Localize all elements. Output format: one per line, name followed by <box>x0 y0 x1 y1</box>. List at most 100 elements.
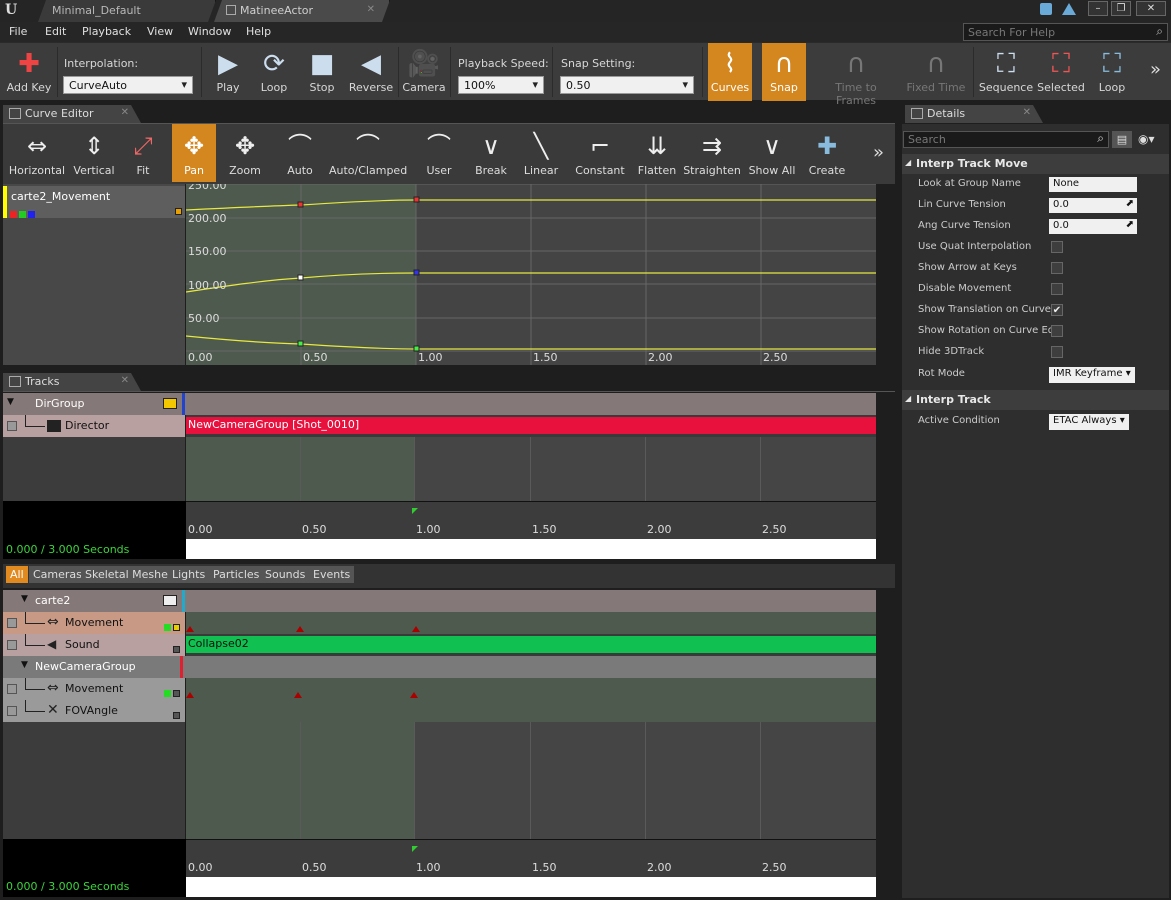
curve-graph[interactable]: 250.00 200.00 150.00 100.00 50.00 0.00 0… <box>186 184 876 365</box>
curve-visibility-toggle[interactable] <box>175 208 182 215</box>
play-button[interactable]: ▶ Play <box>206 43 250 101</box>
linear-button[interactable]: ╲ Linear <box>519 124 563 182</box>
fixed-time-button[interactable]: ∩ Fixed Time <box>905 43 967 101</box>
curve-toggle[interactable] <box>164 690 171 697</box>
collapse-arrow-icon[interactable]: ▼ <box>21 660 28 670</box>
track-checkbox[interactable] <box>7 640 17 650</box>
director-timeline-area[interactable] <box>186 437 876 501</box>
hide-3dtrack-checkbox[interactable] <box>1051 346 1063 358</box>
chevron-right-icon[interactable]: » <box>1150 59 1161 80</box>
menu-window[interactable]: Window <box>188 25 231 38</box>
camera-movement-keys-track[interactable] <box>186 678 876 700</box>
sound-track-row[interactable]: ◀ Sound <box>3 634 185 656</box>
help-search-input[interactable]: Search For Help ⌕ <box>963 23 1168 41</box>
menu-view[interactable]: View <box>147 25 173 38</box>
auto-clamped-button[interactable]: ⌒ Auto/Clamped <box>329 124 407 182</box>
details-search-input[interactable]: Search ⌕ <box>903 131 1109 148</box>
filter-skeletal-meshes[interactable]: Skeletal Meshes <box>81 566 178 583</box>
track-checkbox[interactable] <box>7 421 17 431</box>
folder-icon[interactable] <box>163 595 177 606</box>
menu-edit[interactable]: Edit <box>45 25 66 38</box>
maximize-button[interactable]: ❐ <box>1111 1 1131 16</box>
snap-toggle[interactable]: ∩ Snap <box>762 43 806 101</box>
loop-range-button[interactable]: ⛶ Loop <box>1090 43 1134 101</box>
movement-track-row[interactable]: ⇔ Movement <box>3 612 185 634</box>
keyframe-marker[interactable] <box>412 626 420 632</box>
loop-button[interactable]: ⟳ Loop <box>252 43 296 101</box>
flatten-button[interactable]: ⇊ Flatten <box>635 124 679 182</box>
track-checkbox[interactable] <box>7 618 17 628</box>
filter-sounds[interactable]: Sounds <box>261 566 310 583</box>
time-ruler[interactable]: 0.00 0.50 1.00 1.50 2.00 2.50 <box>186 839 876 877</box>
minimize-button[interactable]: – <box>1088 1 1108 16</box>
playback-speed-dropdown[interactable]: 100% <box>458 76 544 94</box>
active-condition-dropdown[interactable]: ETAC Always ▾ <box>1049 414 1129 430</box>
time-to-frames-button[interactable]: ∩ Time to Frames <box>816 43 896 107</box>
group-row-newcameragroup[interactable]: ▼ NewCameraGroup <box>3 656 876 678</box>
menu-help[interactable]: Help <box>246 25 271 38</box>
tab-tracks[interactable]: Tracks ✕ <box>3 373 141 391</box>
keyframe-marker[interactable] <box>294 692 302 698</box>
director-timeline[interactable]: NewCameraGroup [Shot_0010] <box>186 415 876 437</box>
track-checkbox[interactable] <box>7 706 17 716</box>
stop-button[interactable]: ■ Stop <box>300 43 344 101</box>
close-window-button[interactable]: ✕ <box>1136 1 1166 16</box>
keyframe-marker[interactable] <box>410 692 418 698</box>
close-icon[interactable]: ✕ <box>1023 107 1031 118</box>
playhead-marker[interactable] <box>412 846 418 852</box>
curve-entry[interactable]: carte2_Movement <box>3 186 185 218</box>
curve-visibility-toggle[interactable] <box>173 624 180 631</box>
menu-file[interactable]: File <box>9 25 27 38</box>
close-icon[interactable]: ✕ <box>121 107 129 118</box>
filter-lights[interactable]: Lights <box>168 566 210 583</box>
interpolation-dropdown[interactable]: CurveAuto <box>63 76 193 94</box>
director-shot-clip[interactable]: NewCameraGroup [Shot_0010] <box>186 417 876 434</box>
look-at-group-name-field[interactable]: None <box>1049 177 1137 192</box>
pan-button[interactable]: ✥ Pan <box>172 124 216 182</box>
close-icon[interactable]: ✕ <box>121 375 129 386</box>
fit-vertical-button[interactable]: ⇕ Vertical <box>69 124 119 182</box>
filter-cameras[interactable]: Cameras <box>29 566 86 583</box>
straighten-button[interactable]: ⇉ Straighten <box>683 124 741 182</box>
filter-all[interactable]: All <box>6 566 28 583</box>
show-translation-on-curve-checkbox[interactable]: ✔ <box>1051 304 1063 316</box>
category-interp-track[interactable]: ◢ Interp Track <box>902 390 1169 410</box>
reverse-button[interactable]: ◀ Reverse <box>348 43 394 101</box>
director-track-row[interactable]: Director <box>3 415 185 437</box>
playhead-marker[interactable] <box>412 508 418 514</box>
chat-icon[interactable] <box>1040 3 1052 15</box>
feedback-icon[interactable] <box>1062 3 1076 15</box>
auto-tangent-button[interactable]: ⌒ Auto <box>278 124 322 182</box>
fit-horizontal-button[interactable]: ⇔ Horizontal <box>8 124 66 182</box>
fovangle-keys-track[interactable] <box>186 700 876 722</box>
drag-handle-icon[interactable]: ⬈ <box>1126 198 1134 209</box>
close-icon[interactable]: ✕ <box>367 4 375 15</box>
fit-button[interactable]: ⤢ Fit <box>121 124 165 182</box>
track-checkbox[interactable] <box>7 684 17 694</box>
user-tangent-button[interactable]: ⌒ User <box>417 124 461 182</box>
tab-curve-editor[interactable]: Curve Editor ✕ <box>3 105 141 123</box>
time-scrollbar[interactable] <box>186 539 876 559</box>
curve-visibility-toggle[interactable] <box>173 690 180 697</box>
group-row-carte2[interactable]: ▼ carte2 <box>3 590 876 612</box>
keyframe-marker[interactable] <box>186 692 194 698</box>
constant-button[interactable]: ⌐ Constant <box>572 124 628 182</box>
folder-icon[interactable] <box>163 398 177 409</box>
view-options-icon[interactable]: ▤ <box>1112 131 1132 148</box>
zoom-button[interactable]: ✥ Zoom <box>221 124 269 182</box>
filter-events[interactable]: Events <box>309 566 355 583</box>
add-key-button[interactable]: ✚ Add Key <box>4 43 54 101</box>
curve-toggle[interactable] <box>164 624 171 631</box>
curves-toggle[interactable]: ⌇ Curves <box>708 43 752 101</box>
tab-minimal-default[interactable]: Minimal_Default <box>38 0 216 22</box>
show-all-button[interactable]: ∨ Show All <box>747 124 797 182</box>
show-rotation-on-curve-checkbox[interactable] <box>1051 325 1063 337</box>
eye-icon[interactable]: ◉▾ <box>1138 132 1155 146</box>
dirgroup-row[interactable]: ▼ DirGroup <box>3 393 876 415</box>
create-button[interactable]: ✚ Create <box>805 124 849 182</box>
break-tangent-button[interactable]: ∨ Break <box>469 124 513 182</box>
keyframe-marker[interactable] <box>186 626 194 632</box>
camera-movement-track-row[interactable]: ⇔ Movement <box>3 678 185 700</box>
time-ruler[interactable]: 0.00 0.50 1.00 1.50 2.00 2.50 <box>186 501 876 539</box>
menu-playback[interactable]: Playback <box>82 25 131 38</box>
